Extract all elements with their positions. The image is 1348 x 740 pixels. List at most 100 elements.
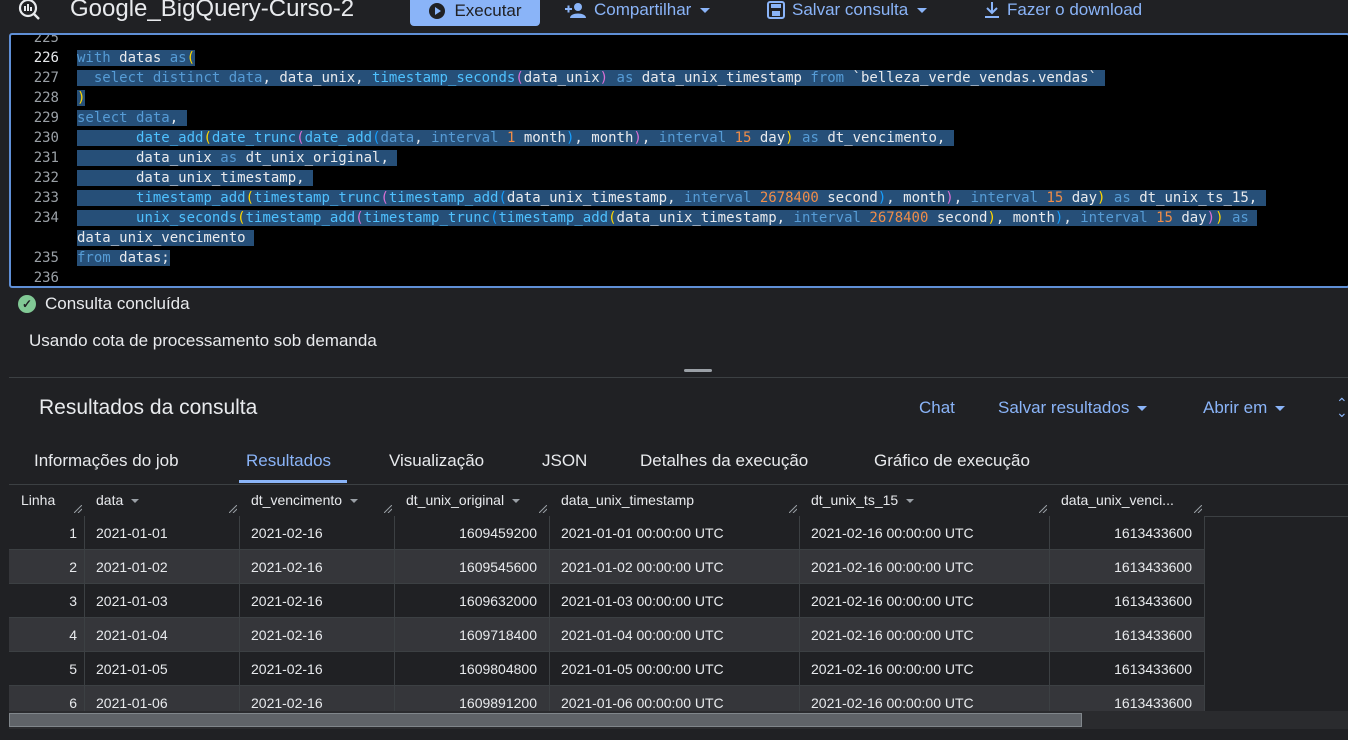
table-cell-dt-unix-ts-15[interactable]: 2021-02-16 00:00:00 UTC [811,593,974,609]
table-cell-dt-unix-original[interactable]: 1609545600 [394,559,537,575]
table-row[interactable]: 1 2021-01-01 2021-02-16 1609459200 2021-01-0… [9,516,1205,550]
chevron-down-icon [917,7,928,13]
code-line-226[interactable]: with datas as( [77,50,196,66]
table-cell-linha[interactable]: 6 [9,695,77,711]
column-resize-icon[interactable] [789,505,797,513]
code-line-233[interactable]: timestamp_add(timestamp_trunc(timestamp_… [77,190,1266,206]
column-resize-icon[interactable] [384,505,392,513]
column-divider [1204,584,1205,617]
download-button[interactable]: Fazer o download [984,0,1142,22]
table-cell-linha[interactable]: 1 [9,525,77,541]
tab-json[interactable]: JSON [542,451,587,471]
chevron-down-icon [1275,405,1286,411]
resize-handle[interactable] [684,369,712,372]
table-cell-dt-unix-original[interactable]: 1609891200 [394,695,537,711]
table-cell-linha[interactable]: 4 [9,627,77,643]
column-resize-icon[interactable] [1039,505,1047,513]
sort-icon [512,499,521,504]
column-header-data-unix-timestamp[interactable]: data_unix_timestamp [561,492,694,508]
table-cell-data-unix-timestamp[interactable]: 2021-01-06 00:00:00 UTC [561,695,724,711]
share-button[interactable]: Compartilhar [565,0,711,22]
expand-icon[interactable]: ⌃ ⌄ [1336,396,1348,419]
tab-execution-graph[interactable]: Gráfico de execução [874,451,1030,471]
table-cell-linha[interactable]: 2 [9,559,77,575]
column-header-dt-unix-ts-15[interactable]: dt_unix_ts_15 [811,492,915,508]
tab-visualization[interactable]: Visualização [389,451,484,471]
tab-results[interactable]: Resultados [246,451,331,471]
share-button-label: Compartilhar [594,0,692,19]
column-header-dt-vencimento[interactable]: dt_vencimento [251,492,359,508]
table-cell-data-unix-timestamp[interactable]: 2021-01-04 00:00:00 UTC [561,627,724,643]
column-resize-icon[interactable] [74,505,82,513]
column-header-linha[interactable]: Linha [21,492,55,508]
table-row[interactable]: 5 2021-01-05 2021-02-16 1609804800 2021-01-0… [9,652,1205,686]
code-line-234-wrap[interactable]: data_unix_vencimento [77,230,255,246]
code-line-230[interactable]: date_add(date_trunc(date_add(data, inter… [77,130,954,146]
table-cell-data-unix-vencimento[interactable]: 1613433600 [1049,593,1192,609]
table-cell-data-unix-timestamp[interactable]: 2021-01-03 00:00:00 UTC [561,593,724,609]
table-cell-dt-unix-original[interactable]: 1609459200 [394,525,537,541]
table-cell-data[interactable]: 2021-01-05 [96,661,168,677]
column-resize-icon[interactable] [229,505,237,513]
table-cell-dt-unix-original[interactable]: 1609718400 [394,627,537,643]
table-cell-data-unix-vencimento[interactable]: 1613433600 [1049,695,1192,711]
code-line-228[interactable]: ) [77,90,86,106]
table-cell-data-unix-timestamp[interactable]: 2021-01-01 00:00:00 UTC [561,525,724,541]
table-cell-linha[interactable]: 5 [9,661,77,677]
column-header-dt-unix-original[interactable]: dt_unix_original [406,492,521,508]
table-cell-dt-vencimento[interactable]: 2021-02-16 [251,593,323,609]
table-cell-dt-vencimento[interactable]: 2021-02-16 [251,695,323,711]
table-cell-data-unix-vencimento[interactable]: 1613433600 [1049,627,1192,643]
table-cell-data[interactable]: 2021-01-06 [96,695,168,711]
table-cell-data[interactable]: 2021-01-03 [96,593,168,609]
table-cell-dt-vencimento[interactable]: 2021-02-16 [251,627,323,643]
table-cell-dt-unix-ts-15[interactable]: 2021-02-16 00:00:00 UTC [811,695,974,711]
download-label: Fazer o download [1007,0,1143,19]
check-circle-icon: ✓ [18,295,36,313]
table-cell-data[interactable]: 2021-01-04 [96,627,168,643]
code-line-229[interactable]: select data, [77,110,187,126]
horizontal-scrollbar[interactable] [9,713,1082,727]
table-cell-dt-unix-original[interactable]: 1609804800 [394,661,537,677]
person-add-icon [565,3,586,18]
chat-button[interactable]: Chat [919,398,955,418]
code-line-234[interactable]: unix_seconds(timestamp_add(timestamp_tru… [77,210,1258,226]
table-cell-dt-unix-ts-15[interactable]: 2021-02-16 00:00:00 UTC [811,661,974,677]
code-line-232[interactable]: data_unix_timestamp, [77,170,314,186]
table-cell-dt-unix-ts-15[interactable]: 2021-02-16 00:00:00 UTC [811,525,974,541]
table-cell-dt-unix-ts-15[interactable]: 2021-02-16 00:00:00 UTC [811,627,974,643]
table-cell-dt-unix-original[interactable]: 1609632000 [394,593,537,609]
tab-job-info[interactable]: Informações do job [34,451,179,471]
query-title[interactable]: Google_BigQuery-Curso-2 [70,0,354,23]
table-cell-data[interactable]: 2021-01-02 [96,559,168,575]
table-cell-data-unix-timestamp[interactable]: 2021-01-02 00:00:00 UTC [561,559,724,575]
table-cell-data-unix-vencimento[interactable]: 1613433600 [1049,559,1192,575]
sql-editor[interactable]: 225 226 227 228 229 230 231 232 233 234 235 236 wit… [9,33,1348,288]
column-header-data[interactable]: data [96,492,140,508]
code-line-235[interactable]: from datas; [77,250,170,266]
column-header-data-unix-vencimento[interactable]: data_unix_venci... [1061,492,1174,508]
table-cell-data-unix-vencimento[interactable]: 1613433600 [1049,661,1192,677]
table-cell-data-unix-vencimento[interactable]: 1613433600 [1049,525,1192,541]
table-cell-linha[interactable]: 3 [9,593,77,609]
column-resize-icon[interactable] [1194,505,1202,513]
table-cell-dt-vencimento[interactable]: 2021-02-16 [251,525,323,541]
save-results-button[interactable]: Salvar resultados [998,398,1148,418]
column-resize-icon[interactable] [539,505,547,513]
table-row[interactable]: 2 2021-01-02 2021-02-16 1609545600 2021-01-0… [9,550,1205,584]
table-cell-data-unix-timestamp[interactable]: 2021-01-05 00:00:00 UTC [561,661,724,677]
code-line-227[interactable]: select distinct data, data_unix, timesta… [77,70,1106,86]
table-row[interactable]: 3 2021-01-03 2021-02-16 1609632000 2021-01-0… [9,584,1205,618]
table-cell-data[interactable]: 2021-01-01 [96,525,168,541]
table-row[interactable]: 4 2021-01-04 2021-02-16 1609718400 2021-01-0… [9,618,1205,652]
run-button[interactable]: Executar [410,0,540,26]
tab-execution-details[interactable]: Detalhes da execução [640,451,808,471]
usage-info: Usando cota de processamento sob demanda [29,331,377,350]
column-divider [799,516,800,549]
save-query-button[interactable]: Salvar consulta [767,0,928,22]
table-cell-dt-vencimento[interactable]: 2021-02-16 [251,559,323,575]
open-in-button[interactable]: Abrir em [1203,398,1286,418]
table-cell-dt-unix-ts-15[interactable]: 2021-02-16 00:00:00 UTC [811,559,974,575]
table-cell-dt-vencimento[interactable]: 2021-02-16 [251,661,323,677]
code-line-231[interactable]: data_unix as dt_unix_original, [77,150,398,166]
